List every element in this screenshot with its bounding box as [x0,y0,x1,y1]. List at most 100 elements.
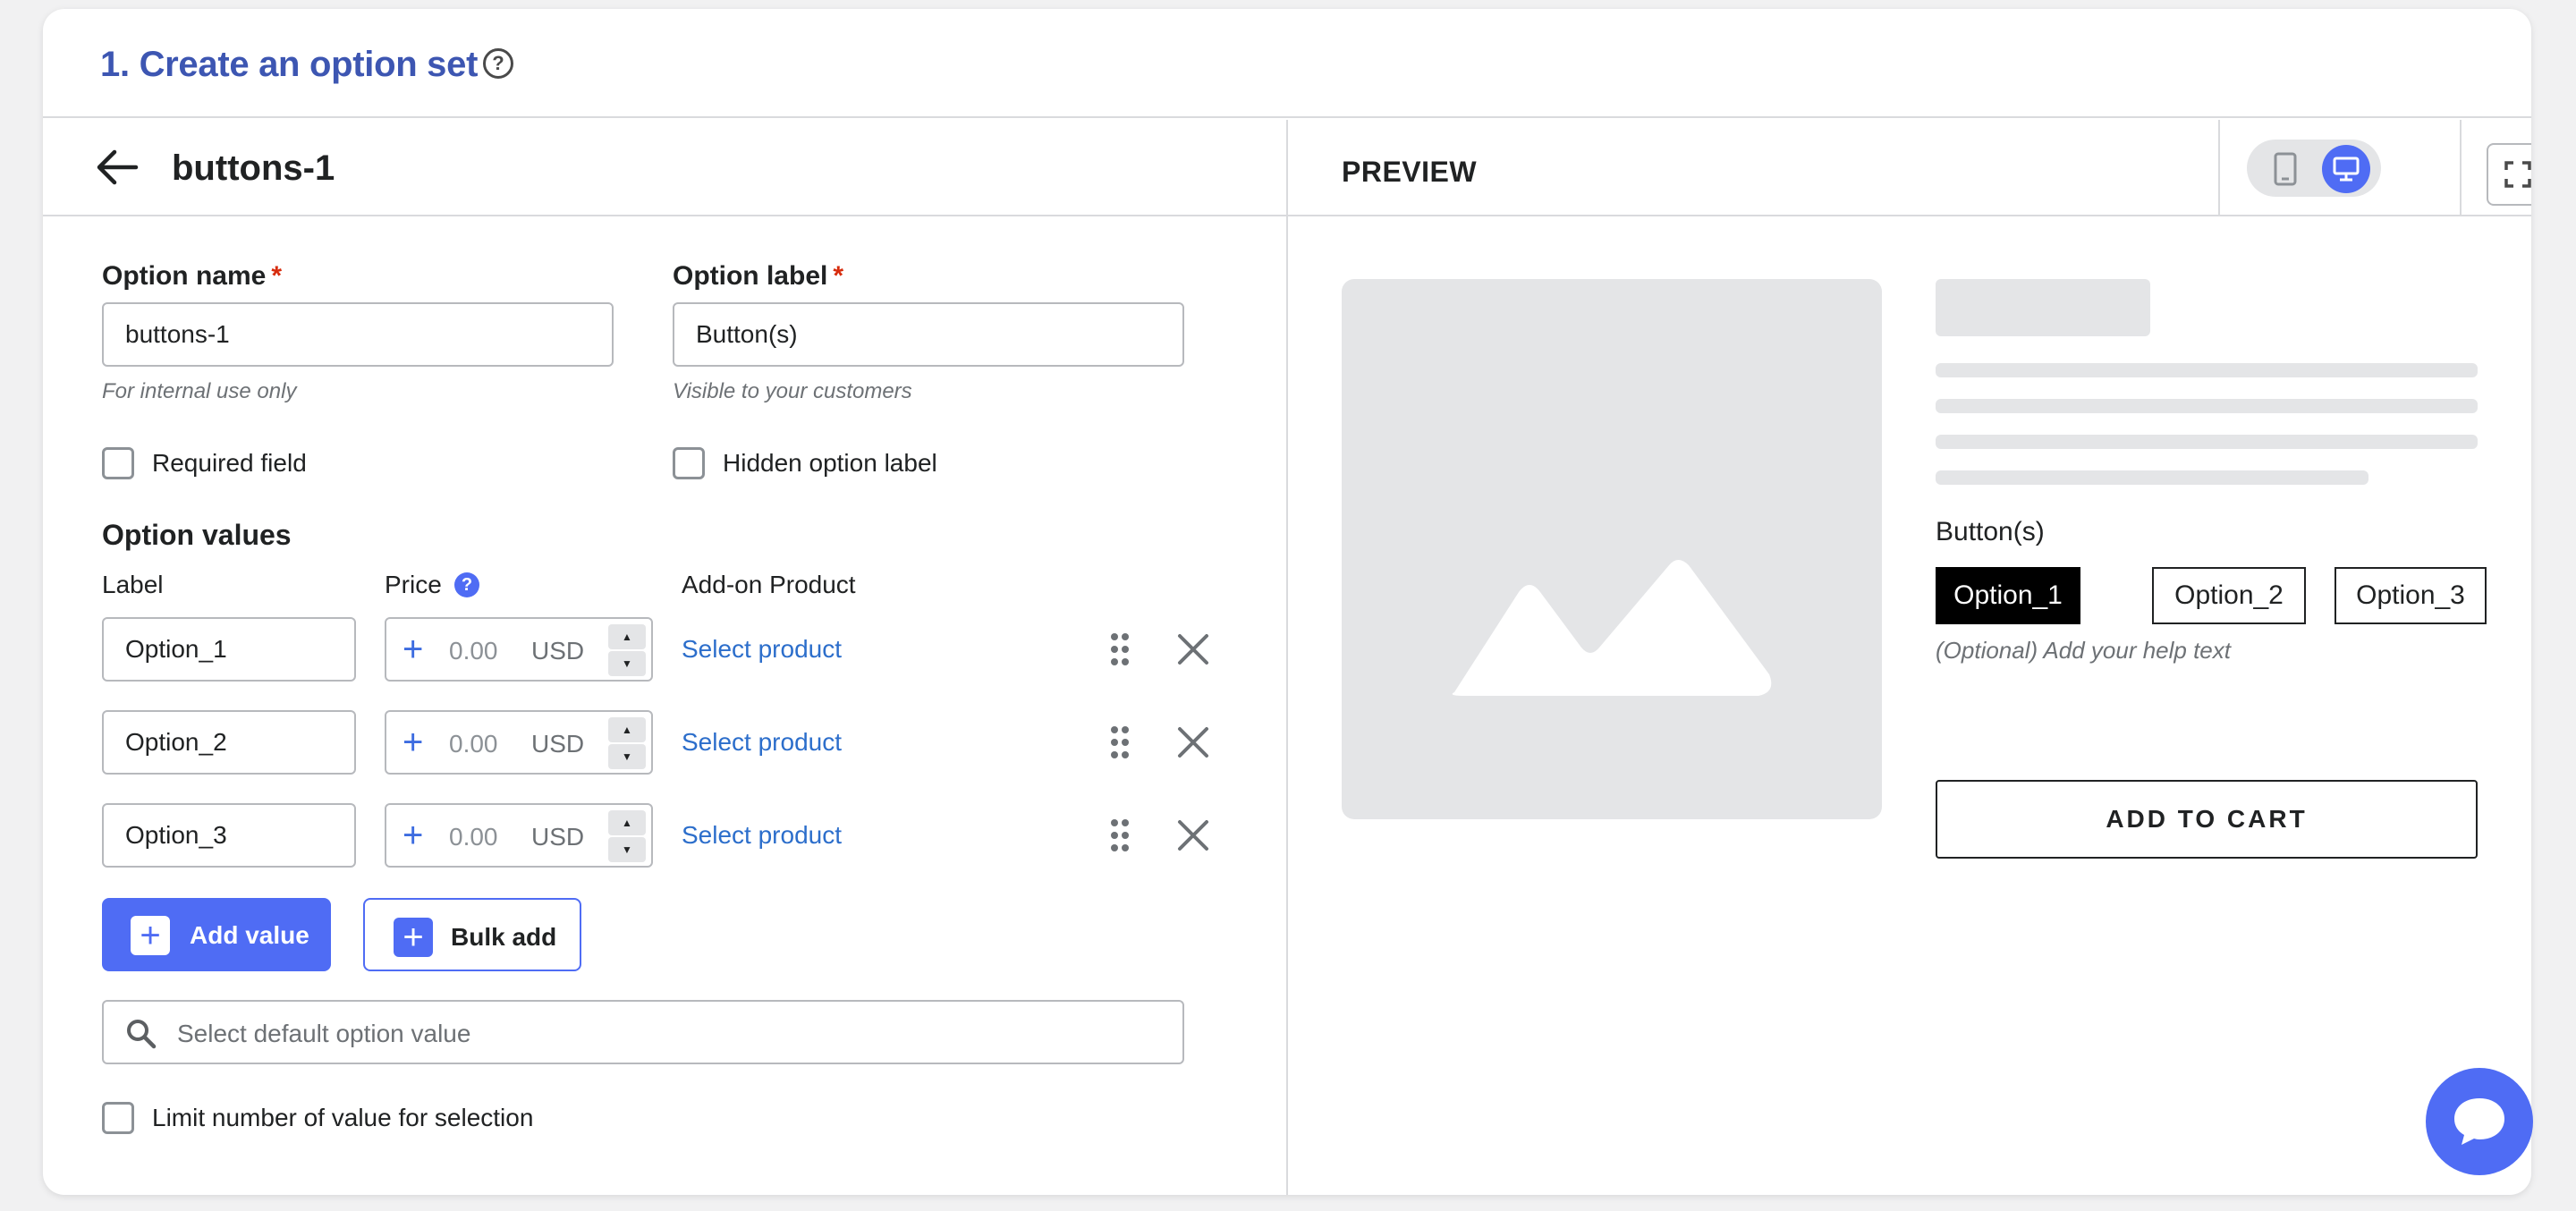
option-values-title: Option values [102,519,292,551]
required-field-checkbox[interactable] [102,447,134,479]
chevron-up-icon[interactable]: ▲ [608,717,646,742]
price-placeholder: 0.00 [449,823,498,851]
arrow-left-icon[interactable] [95,147,140,188]
value-label-input[interactable]: Option_2 [102,710,356,775]
default-value-search-input[interactable]: Select default option value [102,1000,1184,1064]
limit-selection-label: Limit number of value for selection [152,1104,534,1131]
add-to-cart-button[interactable]: ADD TO CART [1936,780,2478,859]
help-icon[interactable]: ? [483,48,513,79]
device-toggle [2247,140,2381,197]
option-label-label: Option label * [673,261,843,292]
bulk-add-label: Bulk add [451,923,557,951]
preview-option-label: Button(s) [1936,517,2045,546]
column-addon-product: Add-on Product [682,571,856,598]
skeleton-line [1936,470,2368,485]
value-label-text: Option_3 [125,821,227,849]
option-label-label-text: Option label [673,261,828,291]
option-label-value: Button(s) [696,320,798,348]
desktop-toggle-button[interactable] [2322,145,2370,193]
price-stepper[interactable]: ▲ ▼ [608,624,646,676]
option-set-name: buttons-1 [172,148,335,188]
skeleton-line [1936,435,2478,449]
plus-icon[interactable]: + [402,723,423,762]
plus-icon[interactable]: + [402,816,423,855]
chat-icon [2454,1098,2504,1145]
option-name-value: buttons-1 [125,320,230,348]
select-product-link[interactable]: Select product [682,821,842,850]
hidden-option-label-checkbox[interactable] [673,447,705,479]
required-mark: * [271,261,283,291]
drag-handle-icon[interactable] [1109,631,1131,667]
price-input[interactable]: + 0.00 USD ▲ ▼ [385,617,653,682]
select-product-link[interactable]: Select product [682,635,842,664]
fullscreen-button[interactable] [2487,143,2531,206]
skeleton-line [1936,399,2478,413]
bulk-add-button[interactable]: + Bulk add [363,898,581,971]
value-label-input[interactable]: Option_1 [102,617,356,682]
chevron-down-icon[interactable]: ▼ [608,744,646,769]
option-name-label-text: Option name [102,261,267,291]
skeleton-line [1936,363,2478,377]
price-input[interactable]: + 0.00 USD ▲ ▼ [385,803,653,868]
select-product-link[interactable]: Select product [682,728,842,757]
preview-help-text: (Optional) Add your help text [1936,637,2231,664]
price-stepper[interactable]: ▲ ▼ [608,717,646,769]
currency-label: USD [531,730,585,758]
required-mark: * [833,261,844,291]
preview-pane: PREVIEW Button(s) Option_1 Option_2 Opti… [1288,120,2531,1195]
option-name-input[interactable]: buttons-1 [102,302,614,367]
price-help-icon[interactable]: ? [454,572,479,597]
preview-title: PREVIEW [1342,156,1478,188]
currency-label: USD [531,637,585,665]
page-title: 1. Create an option set [100,45,479,84]
mobile-icon[interactable] [2274,152,2297,186]
price-placeholder: 0.00 [449,730,498,758]
plus-icon: + [131,916,170,955]
image-placeholder-icon [1452,560,1772,696]
price-stepper[interactable]: ▲ ▼ [608,810,646,862]
close-icon[interactable] [1175,817,1211,853]
search-placeholder: Select default option value [177,1020,471,1047]
column-price: Price [385,571,442,598]
chevron-up-icon[interactable]: ▲ [608,624,646,649]
editor-subheader: buttons-1 [43,120,1286,216]
hidden-option-label-label: Hidden option label [723,449,937,477]
plus-icon: + [394,918,433,957]
divider [2218,120,2220,216]
preview-header: PREVIEW [1288,120,2531,216]
drag-handle-icon[interactable] [1109,724,1131,760]
price-placeholder: 0.00 [449,637,498,665]
card-header: 1. Create an option set ? [43,9,2531,118]
chevron-down-icon[interactable]: ▼ [608,651,646,676]
currency-label: USD [531,823,585,851]
option-label-hint: Visible to your customers [673,379,912,403]
option-label-input[interactable]: Button(s) [673,302,1184,367]
close-icon[interactable] [1175,724,1211,760]
desktop-icon [2333,157,2360,182]
preview-option-button[interactable]: Option_3 [2334,567,2487,624]
value-label-input[interactable]: Option_3 [102,803,356,868]
chat-widget-button[interactable] [2426,1068,2533,1175]
add-value-button[interactable]: + Add value [102,898,331,971]
preview-option-button[interactable]: Option_2 [2152,567,2306,624]
value-label-text: Option_1 [125,635,227,663]
product-image-placeholder [1342,279,1882,819]
search-icon [127,1020,157,1049]
limit-selection-checkbox[interactable] [102,1102,134,1134]
close-icon[interactable] [1175,631,1211,667]
fullscreen-icon [2504,161,2531,188]
preview-option-button[interactable]: Option_1 [1936,567,2080,624]
value-label-text: Option_2 [125,728,227,756]
column-label: Label [102,571,164,598]
option-name-label: Option name * [102,261,282,292]
chevron-down-icon[interactable]: ▼ [608,837,646,862]
drag-handle-icon[interactable] [1109,817,1131,853]
option-editor: buttons-1 Option name * buttons-1 For int… [43,120,1286,1195]
option-name-hint: For internal use only [102,379,297,403]
price-input[interactable]: + 0.00 USD ▲ ▼ [385,710,653,775]
option-set-card: 1. Create an option set ? buttons-1 Opti… [43,9,2531,1195]
chevron-up-icon[interactable]: ▲ [608,810,646,835]
divider [2460,120,2462,216]
add-value-label: Add value [190,921,309,949]
plus-icon[interactable]: + [402,630,423,669]
